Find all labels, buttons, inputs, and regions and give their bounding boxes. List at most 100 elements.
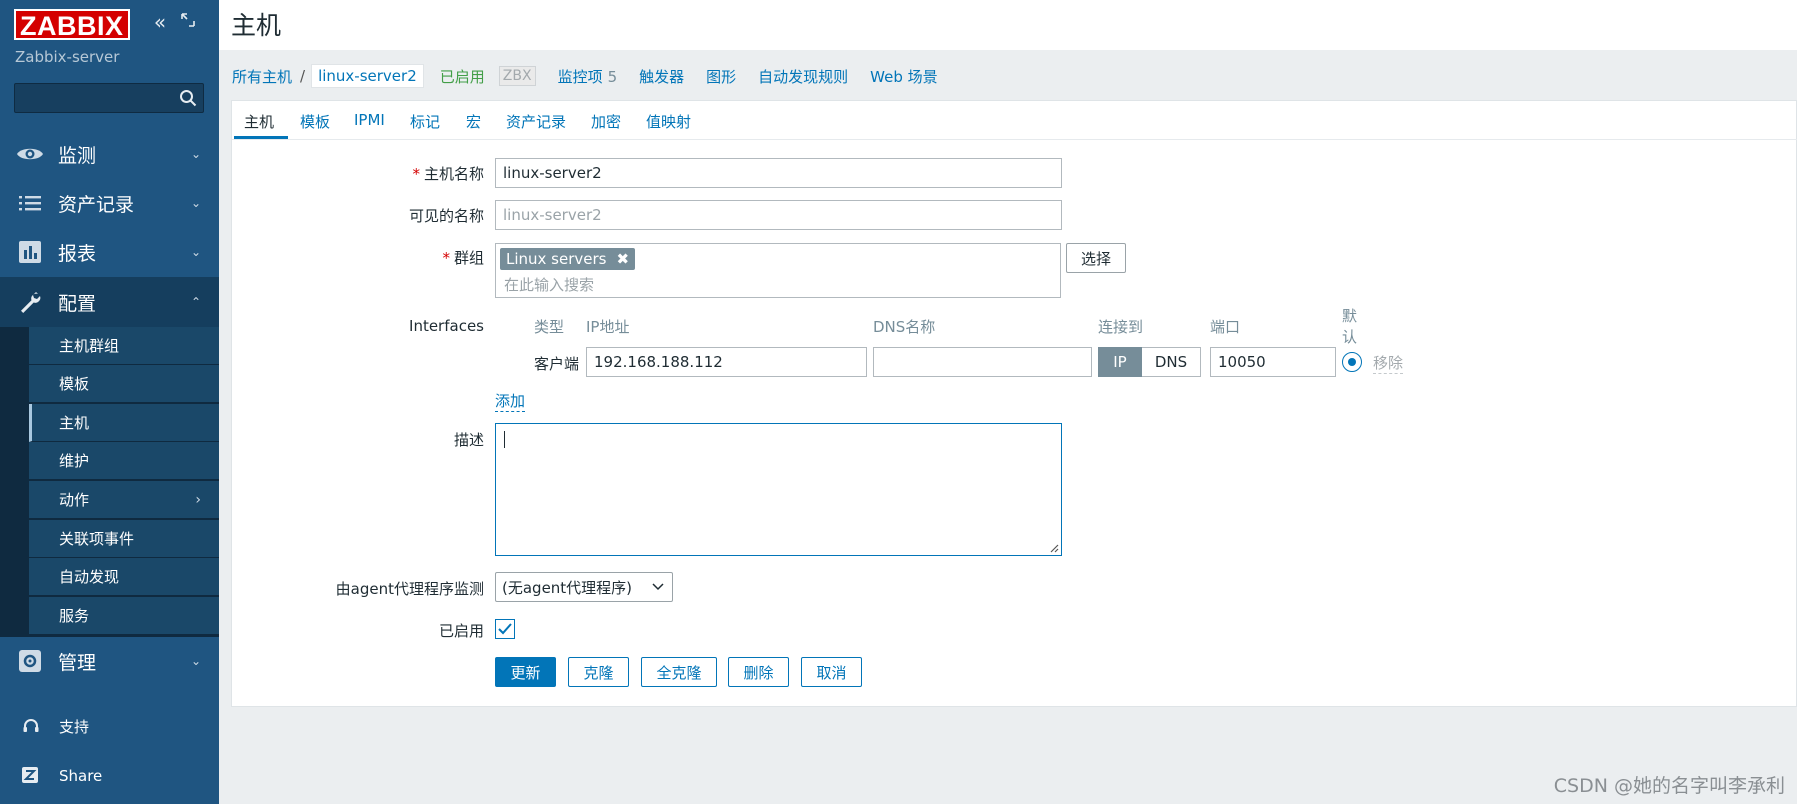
remove-interface-link[interactable]: 移除 bbox=[1373, 352, 1404, 374]
wrench-icon bbox=[16, 288, 44, 316]
update-button[interactable]: 更新 bbox=[495, 657, 556, 687]
resize-handle-icon[interactable] bbox=[1049, 543, 1059, 553]
host-graphs-link[interactable]: 图形 bbox=[706, 66, 736, 87]
submenu-hosts[interactable]: 主机 bbox=[29, 404, 219, 442]
nav-administration[interactable]: 管理 ⌄ bbox=[0, 636, 219, 686]
submenu-services[interactable]: 服务 bbox=[29, 597, 219, 635]
submenu-event-correlation[interactable]: 关联项事件 bbox=[29, 520, 219, 558]
zbx-availability-badge: ZBX bbox=[498, 66, 536, 86]
submenu-maintenance[interactable]: 维护 bbox=[29, 442, 219, 480]
interface-col-ip: IP地址 bbox=[586, 318, 630, 336]
configuration-submenu: 主机群组 模板 主机 维护 动作 › 关联项事件 自动发现 服务 bbox=[0, 327, 219, 637]
clone-button[interactable]: 克隆 bbox=[568, 657, 629, 687]
interface-col-connect: 连接到 bbox=[1098, 318, 1144, 336]
remove-tag-icon[interactable]: ✖ bbox=[616, 250, 629, 268]
full-clone-button[interactable]: 全克隆 bbox=[641, 657, 717, 687]
tab-macros[interactable]: 宏 bbox=[466, 111, 481, 132]
tab-tags[interactable]: 标记 bbox=[410, 111, 440, 132]
chevron-down-icon: ⌄ bbox=[190, 147, 201, 161]
cancel-button[interactable]: 取消 bbox=[801, 657, 862, 687]
chevron-right-icon: › bbox=[195, 491, 201, 508]
default-interface-radio[interactable] bbox=[1342, 352, 1362, 372]
groups-multiselect[interactable]: Linux servers ✖ 在此输入搜索 bbox=[495, 243, 1061, 298]
connect-dns-button[interactable]: DNS bbox=[1142, 347, 1201, 377]
nav-reports[interactable]: 报表 ⌄ bbox=[0, 227, 219, 277]
sidebar-search-input[interactable] bbox=[14, 83, 204, 113]
groups-label: * 群组 bbox=[442, 247, 484, 268]
submenu-actions[interactable]: 动作 › bbox=[29, 481, 219, 519]
submenu-discovery[interactable]: 自动发现 bbox=[29, 558, 219, 596]
required-marker: * bbox=[442, 249, 450, 267]
tab-inventory[interactable]: 资产记录 bbox=[506, 111, 566, 132]
nav-monitoring[interactable]: 监测 ⌄ bbox=[0, 129, 219, 179]
interface-col-type: 类型 bbox=[534, 318, 565, 336]
nav-configuration[interactable]: 配置 ⌃ bbox=[0, 277, 219, 327]
interface-ip-input[interactable]: 192.168.188.112 bbox=[586, 347, 867, 377]
breadcrumb-current-host[interactable]: linux-server2 bbox=[311, 64, 424, 88]
nav-label: 报表 bbox=[58, 242, 97, 265]
headset-icon bbox=[22, 717, 40, 735]
tab-templates[interactable]: 模板 bbox=[300, 111, 330, 132]
groups-search-input[interactable]: 在此输入搜索 bbox=[504, 274, 594, 295]
share-icon bbox=[22, 767, 40, 785]
nav-support[interactable]: 支持 bbox=[0, 706, 219, 746]
nav-label: 监测 bbox=[58, 144, 97, 167]
proxy-select-value: (无agent代理程序) bbox=[502, 578, 633, 597]
nav-label: 资产记录 bbox=[58, 193, 135, 216]
submenu-host-groups[interactable]: 主机群组 bbox=[29, 327, 219, 365]
search-icon[interactable] bbox=[179, 89, 197, 107]
gear-icon bbox=[16, 647, 44, 675]
page-title: 主机 bbox=[231, 11, 282, 40]
checkmark-icon bbox=[498, 623, 512, 635]
breadcrumb-all-hosts[interactable]: 所有主机 bbox=[232, 66, 292, 87]
visible-name-input[interactable]: linux-server2 bbox=[495, 200, 1062, 230]
interface-dns-input[interactable] bbox=[873, 347, 1092, 377]
visible-name-label: 可见的名称 bbox=[408, 207, 484, 225]
submenu-templates[interactable]: 模板 bbox=[29, 365, 219, 403]
zabbix-logo[interactable]: ZABBIX bbox=[14, 8, 130, 41]
description-textarea[interactable] bbox=[495, 423, 1062, 556]
interface-col-default-1: 默 bbox=[1342, 307, 1358, 325]
host-triggers-link[interactable]: 触发器 bbox=[639, 66, 684, 87]
kiosk-mode-icon[interactable] bbox=[178, 12, 198, 32]
enabled-label: 已启用 bbox=[438, 622, 484, 640]
nav-share[interactable]: Share bbox=[0, 756, 219, 796]
proxy-select[interactable]: (无agent代理程序) bbox=[495, 572, 673, 602]
host-form-panel: 主机 模板 IPMI 标记 宏 资产记录 加密 值映射 bbox=[231, 100, 1797, 707]
chevron-down-icon: ⌄ bbox=[190, 196, 201, 210]
sidebar: ZABBIX « Zabbix-server 监测 ⌄ 资产记录 ⌄ 报表 ⌄ … bbox=[0, 0, 219, 804]
description-label: 描述 bbox=[453, 431, 484, 449]
host-name-label-text: 主机名称 bbox=[423, 165, 484, 183]
host-items-link[interactable]: 监控项 5 bbox=[558, 66, 618, 87]
text-cursor bbox=[504, 431, 505, 448]
enabled-checkbox[interactable] bbox=[495, 619, 515, 639]
logo-row: ZABBIX bbox=[14, 8, 130, 41]
chevron-down-icon: ⌄ bbox=[190, 245, 201, 259]
host-web-link[interactable]: Web 场景 bbox=[870, 66, 937, 87]
interface-port-input[interactable]: 10050 bbox=[1210, 347, 1336, 377]
tab-value-mapping[interactable]: 值映射 bbox=[646, 111, 691, 132]
items-count: 5 bbox=[607, 67, 618, 86]
required-marker: * bbox=[412, 165, 420, 183]
host-status-enabled[interactable]: 已启用 bbox=[440, 66, 485, 87]
page-header: 主机 bbox=[219, 0, 1797, 50]
collapse-sidebar-icon[interactable]: « bbox=[150, 12, 170, 32]
add-interface-link[interactable]: 添加 bbox=[495, 390, 526, 412]
host-name-input[interactable]: linux-server2 bbox=[495, 158, 1062, 188]
list-icon bbox=[16, 189, 44, 217]
host-name-label: * 主机名称 bbox=[412, 163, 484, 184]
chevron-up-icon: ⌃ bbox=[190, 295, 201, 309]
nav-inventory[interactable]: 资产记录 ⌄ bbox=[0, 178, 219, 228]
connect-ip-button[interactable]: IP bbox=[1098, 347, 1142, 377]
group-tag: Linux servers ✖ bbox=[500, 248, 636, 270]
tab-host[interactable]: 主机 bbox=[244, 111, 274, 132]
items-label[interactable]: 监控项 bbox=[558, 68, 603, 86]
select-groups-button[interactable]: 选择 bbox=[1066, 243, 1126, 273]
server-name: Zabbix-server bbox=[15, 48, 120, 66]
delete-button[interactable]: 删除 bbox=[728, 657, 789, 687]
group-tag-label: Linux servers bbox=[506, 250, 607, 268]
host-discovery-link[interactable]: 自动发现规则 bbox=[758, 66, 848, 87]
tab-encryption[interactable]: 加密 bbox=[591, 111, 621, 132]
eye-icon bbox=[16, 140, 44, 168]
tab-ipmi[interactable]: IPMI bbox=[354, 111, 385, 129]
